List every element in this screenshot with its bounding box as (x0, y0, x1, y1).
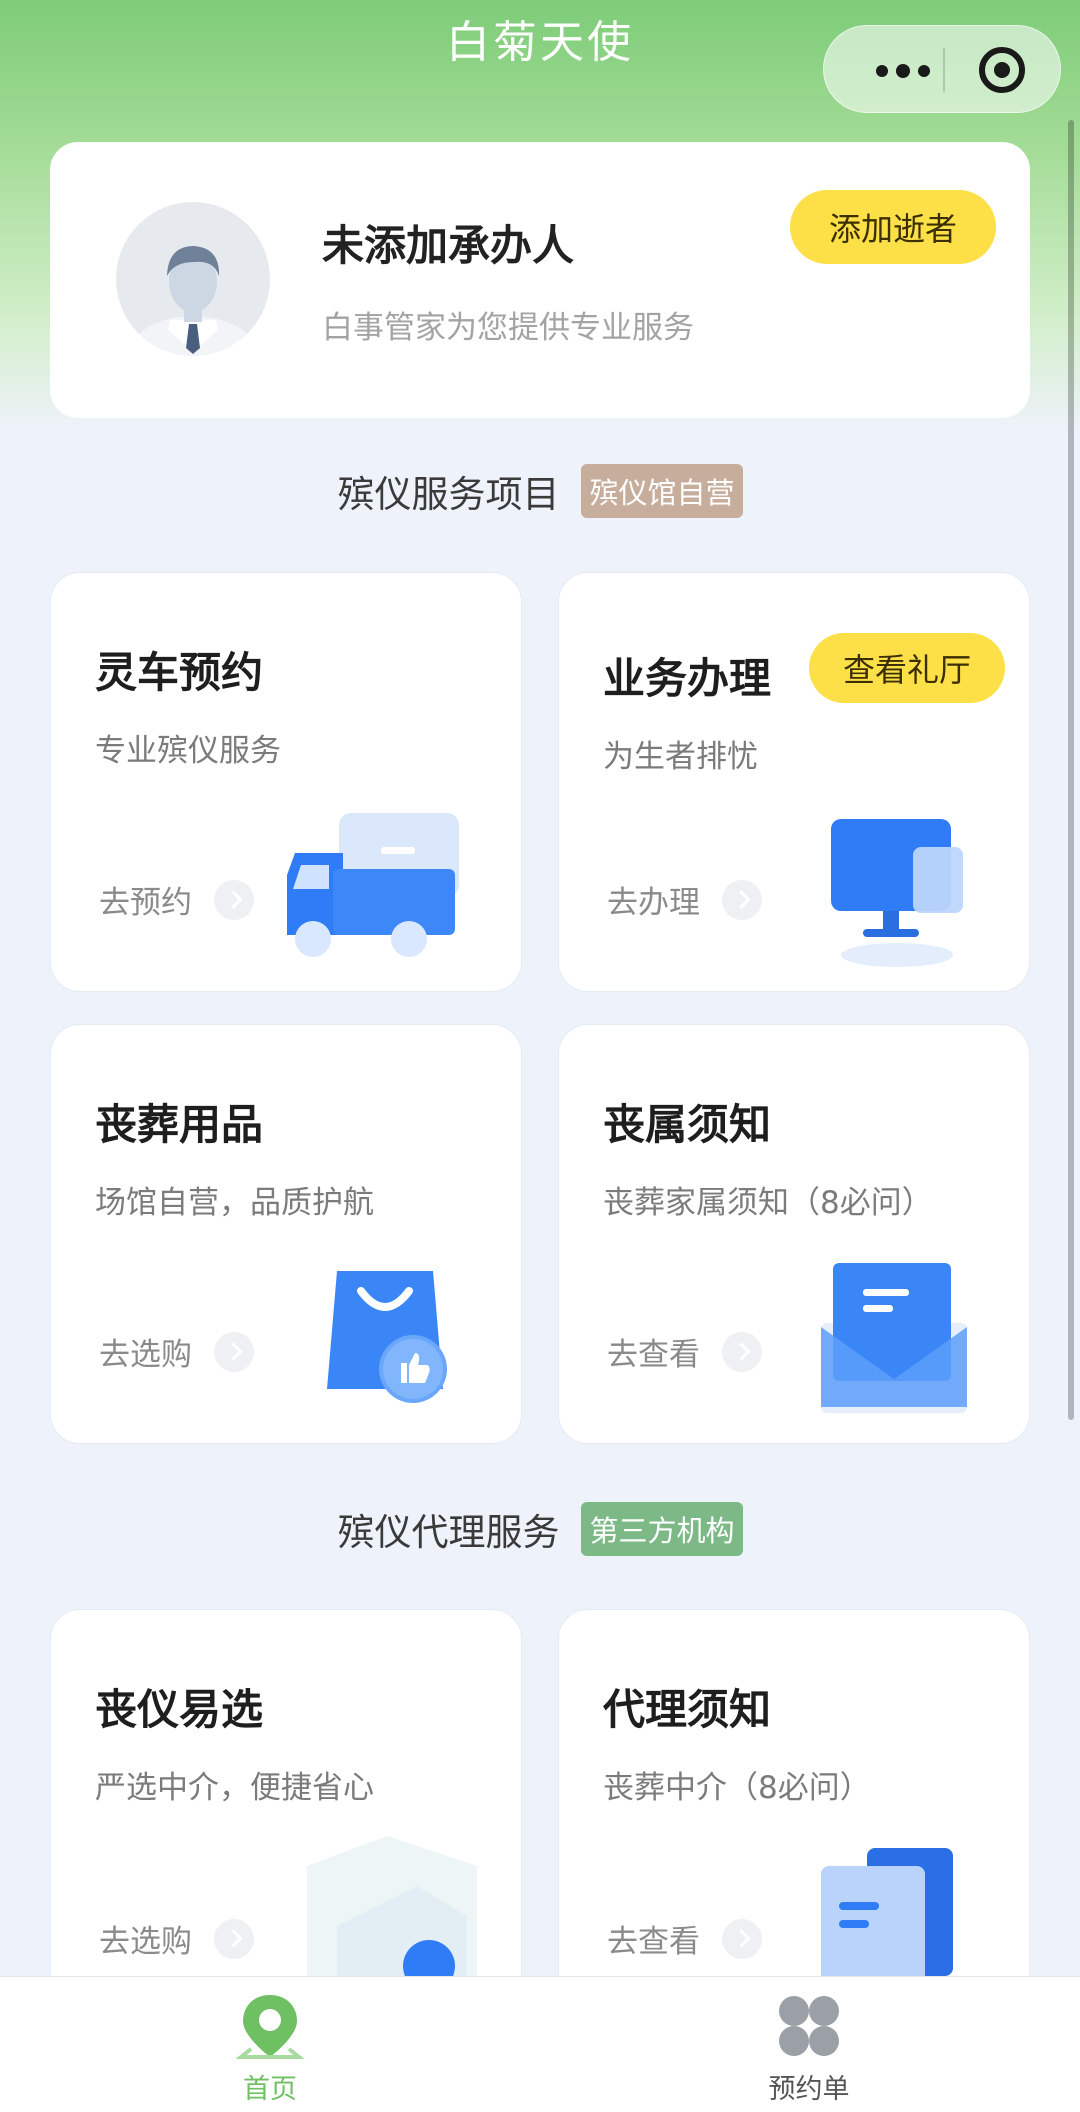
bottom-nav: 首页 预约单 (0, 1976, 1080, 2112)
card-title: 代理须知 (603, 1685, 772, 1734)
profile-subtitle: 白事管家为您提供专业服务 (322, 310, 694, 346)
section-header-agency-services: 殡仪代理服务 第三方机构 (0, 1502, 1080, 1556)
card-funeral-supplies[interactable]: 丧葬用品 场馆自营，品质护航 去选购 (50, 1024, 522, 1444)
card-link-label: 去选购 (99, 1924, 192, 1960)
document-icon (821, 1848, 953, 1988)
section-title: 殡仪代理服务 (337, 1511, 560, 1554)
card-subtitle: 丧葬家属须知（8必问） (603, 1185, 933, 1221)
section-tag: 第三方机构 (581, 1502, 743, 1556)
nav-item-orders[interactable]: 预约单 (709, 1991, 909, 2106)
card-link[interactable]: 去选购 (99, 1916, 254, 1961)
scrollbar[interactable] (1068, 120, 1074, 1420)
card-subtitle: 场馆自营，品质护航 (95, 1185, 374, 1221)
view-hall-button[interactable]: 查看礼厅 (809, 633, 1005, 703)
section-tag: 殡仪馆自营 (581, 464, 743, 518)
card-hearse-booking[interactable]: 灵车预约 专业殡仪服务 去预约 (50, 572, 522, 992)
user-avatar-icon (116, 202, 270, 356)
card-link-label: 去查看 (607, 1924, 700, 1960)
card-subtitle: 丧葬中介（8必问） (603, 1770, 871, 1806)
card-link[interactable]: 去查看 (607, 1916, 762, 1961)
section-header-funeral-services: 殡仪服务项目 殡仪馆自营 (0, 464, 1080, 518)
computer-icon (831, 819, 963, 967)
card-business-handling[interactable]: 业务办理 为生者排忧 查看礼厅 去办理 (558, 572, 1030, 992)
card-easy-selection[interactable]: 丧仪易选 严选中介，便捷省心 去选购 (50, 1609, 522, 2029)
nav-item-home[interactable]: 首页 (170, 1991, 370, 2106)
card-title: 丧属须知 (603, 1100, 772, 1149)
card-subtitle: 专业殡仪服务 (95, 733, 281, 769)
card-agency-notice[interactable]: 代理须知 丧葬中介（8必问） 去查看 (558, 1609, 1030, 2029)
package-icon (307, 1836, 477, 1986)
chevron-right-icon (214, 879, 254, 920)
envelope-icon (821, 1263, 967, 1413)
card-title: 丧葬用品 (95, 1100, 264, 1149)
truck-icon (287, 813, 459, 957)
mini-program-capsule (823, 25, 1061, 113)
profile-name: 未添加承办人 (322, 221, 575, 270)
card-link[interactable]: 去查看 (607, 1329, 762, 1374)
card-title: 灵车预约 (95, 648, 264, 697)
card-link-label: 去预约 (99, 885, 192, 921)
chevron-right-icon (722, 1918, 762, 1959)
chevron-right-icon (214, 1918, 254, 1959)
card-subtitle: 严选中介，便捷省心 (95, 1770, 374, 1806)
more-dots-icon[interactable] (876, 64, 930, 78)
capsule-divider (943, 48, 945, 92)
card-link[interactable]: 去办理 (607, 877, 762, 922)
card-subtitle: 为生者排忧 (603, 739, 758, 775)
card-family-notice[interactable]: 丧属须知 丧葬家属须知（8必问） 去查看 (558, 1024, 1030, 1444)
card-link[interactable]: 去选购 (99, 1329, 254, 1374)
add-deceased-button[interactable]: 添加逝者 (790, 190, 996, 264)
section-title: 殡仪服务项目 (337, 473, 560, 516)
profile-card: 未添加承办人 白事管家为您提供专业服务 添加逝者 (50, 142, 1030, 418)
shopping-bag-icon (327, 1271, 447, 1403)
chevron-right-icon (722, 879, 762, 920)
card-link-label: 去办理 (607, 885, 700, 921)
card-link-label: 去选购 (99, 1337, 192, 1373)
card-link[interactable]: 去预约 (99, 877, 254, 922)
nav-label: 预约单 (768, 2074, 850, 2105)
card-title: 丧仪易选 (95, 1685, 264, 1734)
chevron-right-icon (214, 1331, 254, 1372)
chevron-right-icon (722, 1331, 762, 1372)
card-title: 业务办理 (603, 654, 772, 703)
target-icon[interactable] (979, 47, 1025, 93)
grid-icon (779, 1996, 839, 2056)
card-link-label: 去查看 (607, 1337, 700, 1373)
home-location-icon (235, 1995, 305, 2059)
nav-label: 首页 (243, 2074, 297, 2105)
